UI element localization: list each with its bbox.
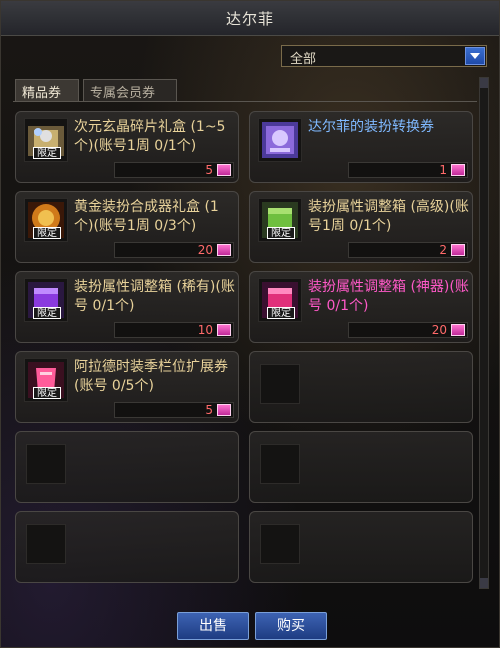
ticket-icon (262, 122, 298, 158)
scroll-up-icon[interactable] (480, 78, 488, 88)
item-price: 20 (431, 323, 447, 337)
item-price: 5 (205, 163, 213, 177)
title-bar: 达尔菲 (1, 1, 499, 36)
shop-window: 达尔菲 全部 精品券 专属会员券 限定 次元玄晶碎片礼盒 (1~5个)(账号1周… (0, 0, 500, 648)
empty-icon-slot (260, 364, 300, 404)
price-field: 20 (114, 242, 234, 258)
item-name: 黄金装扮合成器礼盒 (1个)(账号1周 0/3个) (74, 199, 219, 234)
scroll-down-icon[interactable] (480, 578, 488, 588)
item-price: 2 (439, 243, 447, 257)
empty-item-slot (249, 511, 473, 583)
buy-button[interactable]: 购买 (255, 612, 327, 640)
price-field: 1 (348, 162, 468, 178)
limited-badge: 限定 (33, 307, 61, 319)
empty-item-slot (15, 431, 239, 503)
empty-icon-slot (26, 524, 66, 564)
tab-premium-tickets[interactable]: 精品券 (15, 79, 79, 101)
price-field: 2 (348, 242, 468, 258)
coin-icon (217, 324, 231, 336)
coin-icon (451, 324, 465, 336)
item-card[interactable]: 限定 次元玄晶碎片礼盒 (1~5个)(账号1周 0/1个) 5 (15, 111, 239, 183)
limited-badge: 限定 (33, 387, 61, 399)
price-field: 5 (114, 402, 234, 418)
item-name: 装扮属性调整箱 (高级)(账号1周 0/1个) (308, 199, 469, 234)
chevron-down-icon[interactable] (465, 47, 485, 65)
item-name: 次元玄晶碎片礼盒 (1~5个)(账号1周 0/1个) (74, 119, 226, 154)
item-icon-slot: 限定 (24, 118, 68, 162)
coin-icon (217, 404, 231, 416)
empty-item-slot (15, 511, 239, 583)
limited-badge: 限定 (33, 147, 61, 159)
item-price: 10 (197, 323, 213, 337)
scrollbar[interactable] (479, 77, 489, 589)
item-name: 阿拉德时装季栏位扩展券(账号 0/5个) (74, 359, 228, 394)
price-field: 5 (114, 162, 234, 178)
item-card[interactable]: 限定 装扮属性调整箱 (神器)(账号 0/1个) 20 (249, 271, 473, 343)
price-field: 20 (348, 322, 468, 338)
item-name: 达尔菲的装扮转换券 (308, 119, 434, 135)
limited-badge: 限定 (267, 307, 295, 319)
item-price: 5 (205, 403, 213, 417)
item-name: 装扮属性调整箱 (稀有)(账号 0/1个) (74, 279, 235, 314)
item-name: 装扮属性调整箱 (神器)(账号 0/1个) (308, 279, 469, 314)
item-price: 1 (439, 163, 447, 177)
empty-item-slot (249, 351, 473, 423)
item-price: 20 (197, 243, 213, 257)
sell-button[interactable]: 出售 (177, 612, 249, 640)
item-icon-slot: 限定 (258, 278, 302, 322)
category-filter-dropdown[interactable]: 全部 (281, 45, 487, 67)
empty-item-slot (249, 431, 473, 503)
limited-badge: 限定 (267, 227, 295, 239)
window-title: 达尔菲 (225, 10, 274, 28)
limited-badge: 限定 (33, 227, 61, 239)
coin-icon (451, 244, 465, 256)
coin-icon (217, 244, 231, 256)
item-icon-slot: 限定 (24, 198, 68, 242)
empty-icon-slot (26, 444, 66, 484)
item-icon-slot: 限定 (24, 278, 68, 322)
filter-selected-value: 全部 (290, 52, 317, 67)
price-field: 10 (114, 322, 234, 338)
empty-icon-slot (260, 444, 300, 484)
tab-member-tickets[interactable]: 专属会员券 (83, 79, 177, 101)
item-card[interactable]: 限定 装扮属性调整箱 (高级)(账号1周 0/1个) 2 (249, 191, 473, 263)
item-card[interactable]: 限定 黄金装扮合成器礼盒 (1个)(账号1周 0/3个) 20 (15, 191, 239, 263)
item-icon-slot: 限定 (24, 358, 68, 402)
item-icon-slot: 限定 (258, 198, 302, 242)
item-card[interactable]: 限定 装扮属性调整箱 (稀有)(账号 0/1个) 10 (15, 271, 239, 343)
item-card[interactable]: 达尔菲的装扮转换券 1 (249, 111, 473, 183)
item-icon-slot (258, 118, 302, 162)
empty-icon-slot (260, 524, 300, 564)
coin-icon (217, 164, 231, 176)
coin-icon (451, 164, 465, 176)
item-card[interactable]: 限定 阿拉德时装季栏位扩展券(账号 0/5个) 5 (15, 351, 239, 423)
